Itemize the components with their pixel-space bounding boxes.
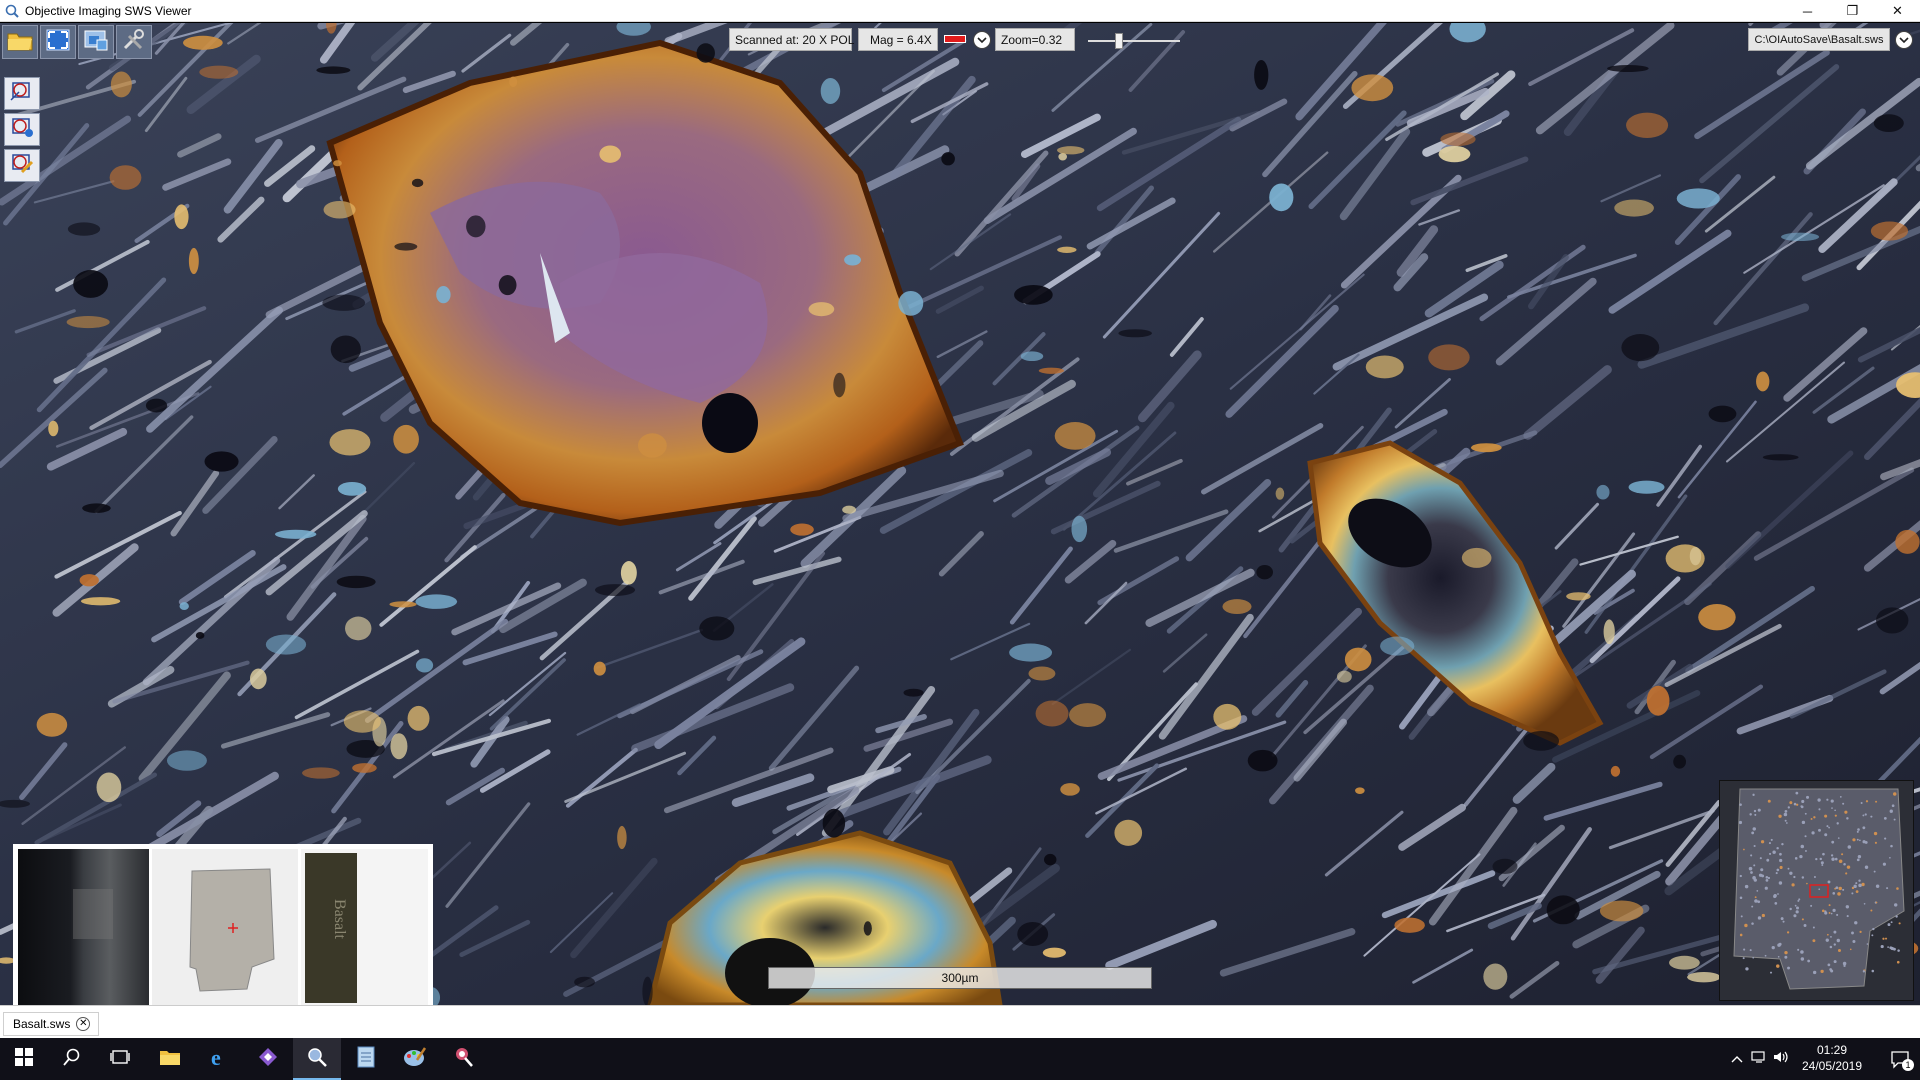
annotation-color-dropdown[interactable] [973, 31, 991, 49]
slide-label-thumbnail[interactable] [18, 849, 149, 1005]
network-icon [1751, 1050, 1767, 1069]
open-button[interactable] [2, 25, 38, 59]
document-tab-strip: Basalt.sws ✕ [0, 1005, 1920, 1038]
notepad-icon [357, 1046, 375, 1073]
task-view-button[interactable] [96, 1038, 144, 1080]
taskbar-clock[interactable]: 01:29 24/05/2019 [1792, 1042, 1872, 1076]
tools-button[interactable] [116, 25, 152, 59]
screenshot-button[interactable] [78, 25, 114, 59]
slide-macro-thumbnail[interactable]: Basalt [301, 849, 428, 1005]
scale-bar: 300µm [768, 967, 1152, 989]
taskbar-file-explorer[interactable] [146, 1038, 194, 1080]
restore-icon: ❐ [1846, 3, 1859, 18]
zoom-slider-track [1088, 40, 1180, 42]
visual-studio-icon [257, 1046, 279, 1073]
notification-icon: 1 [1890, 1049, 1914, 1071]
volume-icon [1773, 1050, 1789, 1069]
chevron-down-icon [977, 31, 987, 49]
overview-navigator[interactable] [1719, 780, 1914, 1001]
notification-count: 1 [1902, 1059, 1914, 1071]
microscope-app-icon [453, 1046, 475, 1073]
start-button[interactable] [0, 1038, 48, 1080]
file-explorer-icon [159, 1048, 181, 1071]
document-tab[interactable]: Basalt.sws ✕ [3, 1012, 100, 1036]
close-icon: ✕ [1892, 3, 1903, 18]
window-title: Objective Imaging SWS Viewer [25, 3, 192, 18]
network-button[interactable] [1748, 1038, 1770, 1080]
tools-icon [121, 28, 147, 57]
close-button[interactable]: ✕ [1875, 0, 1920, 22]
search-icon [63, 1048, 81, 1071]
close-tab-icon[interactable]: ✕ [76, 1017, 91, 1031]
taskbar-microscope-app[interactable] [440, 1038, 488, 1080]
annotation-edit-button[interactable] [4, 149, 40, 182]
main-toolbar [2, 25, 152, 59]
scanned-at-label: Scanned at: 20 X POL [729, 28, 854, 51]
minimize-button[interactable]: ─ [1785, 0, 1830, 22]
fit-to-window-button[interactable] [40, 25, 76, 59]
slide-viewport[interactable]: Scanned at: 20 X POL Mag = 6.4X Zoom=0.3… [0, 23, 1920, 1005]
task-view-icon [110, 1049, 130, 1070]
taskbar-visual-studio[interactable] [244, 1038, 292, 1080]
file-path-dropdown[interactable] [1895, 31, 1913, 49]
annotation-add-icon [8, 78, 36, 109]
zoom-slider[interactable] [1088, 33, 1180, 49]
window-controls: ─ ❐ ✕ [1785, 0, 1920, 22]
chevron-down-icon [1899, 31, 1909, 49]
taskbar-search-button[interactable] [48, 1038, 96, 1080]
chevron-up-icon [1731, 1050, 1743, 1068]
annotation-edit-icon [8, 150, 36, 181]
taskbar-sws-viewer[interactable] [293, 1038, 341, 1080]
app-window: Objective Imaging SWS Viewer ─ ❐ ✕ Scann… [0, 0, 1920, 1080]
annotation-add-button[interactable] [4, 77, 40, 110]
windows-taskbar: e 01:29 24/05/2019 1 [0, 1038, 1920, 1080]
zoom-label: Zoom=0.32 [995, 28, 1075, 51]
file-path-label: C:\OIAutoSave\Basalt.sws [1748, 28, 1890, 51]
slide-thumbnail-strip: Basalt [13, 844, 433, 1005]
annotation-toolbar [4, 77, 40, 182]
clock-time: 01:29 [1816, 1043, 1848, 1057]
taskbar-notepad[interactable] [342, 1038, 390, 1080]
document-tab-label: Basalt.sws [13, 1017, 71, 1031]
slide-overview-thumbnail[interactable] [151, 849, 299, 1005]
magnification-label: Mag = 6.4X [858, 28, 938, 51]
clock-date: 24/05/2019 [1801, 1059, 1863, 1073]
slide-label-text: Basalt [331, 899, 348, 940]
taskbar-internet-explorer[interactable]: e [196, 1038, 244, 1080]
sws-viewer-icon [306, 1046, 328, 1073]
svg-text:e: e [211, 1046, 221, 1068]
title-bar[interactable]: Objective Imaging SWS Viewer ─ ❐ ✕ [0, 0, 1920, 22]
paint-icon [403, 1046, 427, 1073]
app-icon [4, 3, 20, 19]
windows-start-icon [15, 1047, 33, 1071]
volume-button[interactable] [1770, 1038, 1792, 1080]
annotation-info-button[interactable] [4, 113, 40, 146]
internet-explorer-icon: e [209, 1045, 231, 1073]
taskbar-paint[interactable] [391, 1038, 439, 1080]
annotation-color-swatch[interactable] [944, 35, 966, 43]
annotation-info-icon [8, 114, 36, 145]
show-hidden-icons-button[interactable] [1726, 1038, 1748, 1080]
screenshot-icon [83, 28, 109, 57]
minimize-icon: ─ [1802, 3, 1813, 19]
restore-button[interactable]: ❐ [1830, 0, 1875, 22]
fit-to-window-icon [45, 28, 71, 57]
open-folder-icon [7, 29, 33, 56]
zoom-slider-thumb[interactable] [1115, 33, 1123, 49]
action-center-button[interactable]: 1 [1880, 1038, 1920, 1080]
